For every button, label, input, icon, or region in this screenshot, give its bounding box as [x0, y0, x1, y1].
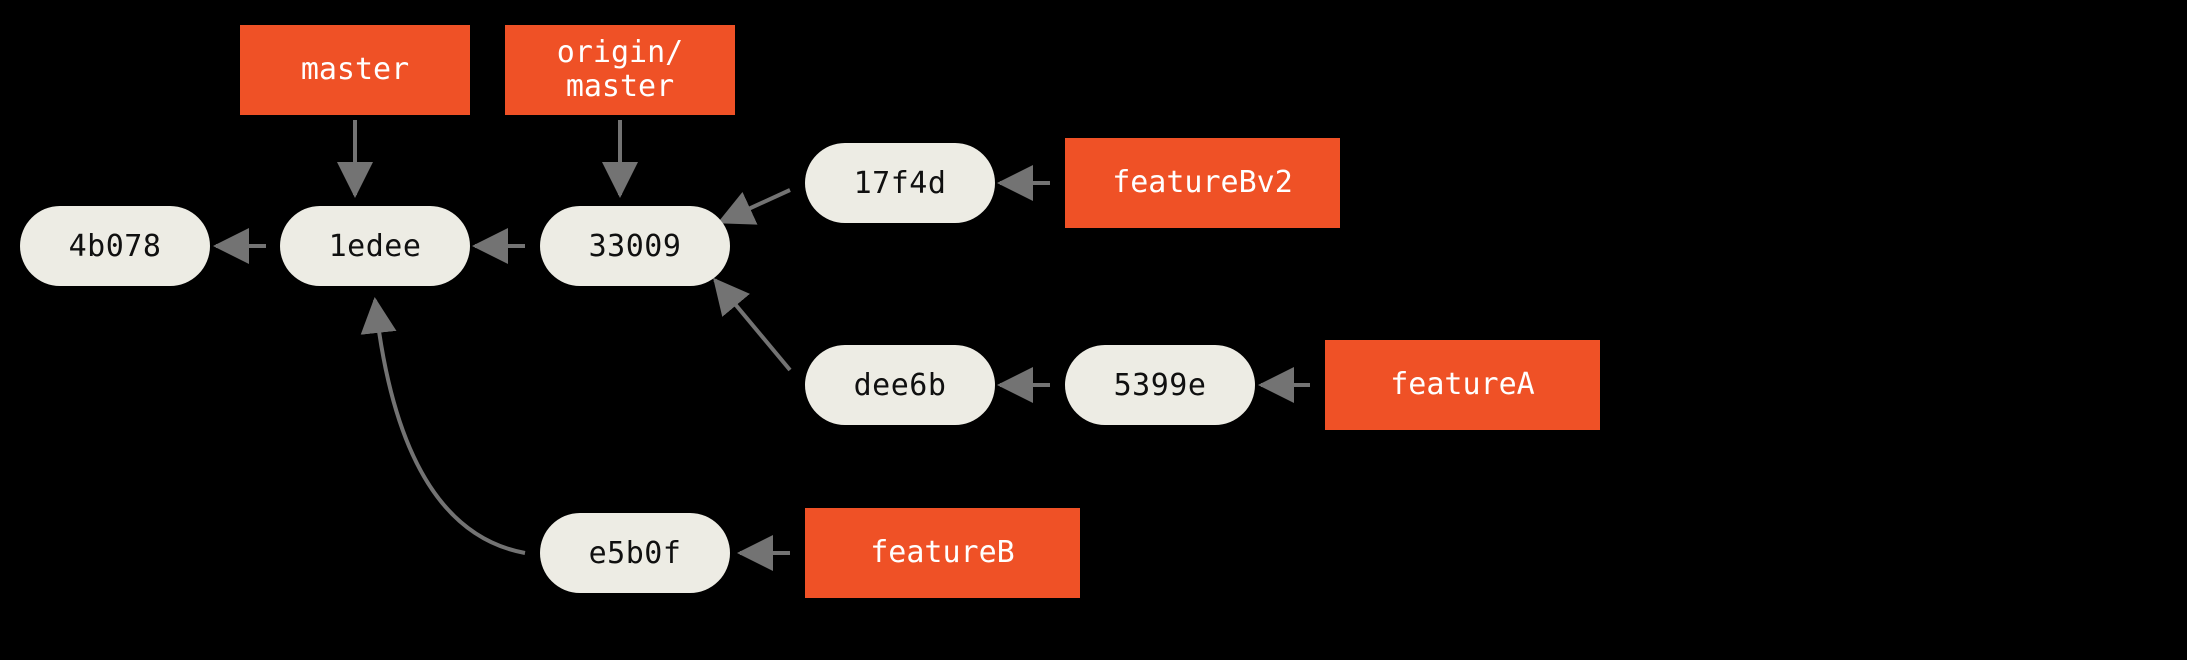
commit-33009: 33009 [540, 206, 730, 286]
commit-1edee: 1edee [280, 206, 470, 286]
commit-4b078: 4b078 [20, 206, 210, 286]
edge-dee6b-to-33009 [715, 280, 790, 370]
edge-e5b0f-to-1edee [375, 300, 525, 553]
branch-featureA: featureA [1325, 340, 1600, 430]
branch-featureBv2: featureBv2 [1065, 138, 1340, 228]
commit-17f4d: 17f4d [805, 143, 995, 223]
commit-e5b0f: e5b0f [540, 513, 730, 593]
commit-5399e: 5399e [1065, 345, 1255, 425]
branch-featureB: featureB [805, 508, 1080, 598]
branch-origin-master: origin/ master [505, 25, 735, 115]
branch-master: master [240, 25, 470, 115]
commit-dee6b: dee6b [805, 345, 995, 425]
git-graph-diagram: 4b078 1edee 33009 17f4d dee6b 5399e e5b0… [0, 0, 2187, 660]
edge-17f4d-to-33009 [720, 190, 790, 222]
